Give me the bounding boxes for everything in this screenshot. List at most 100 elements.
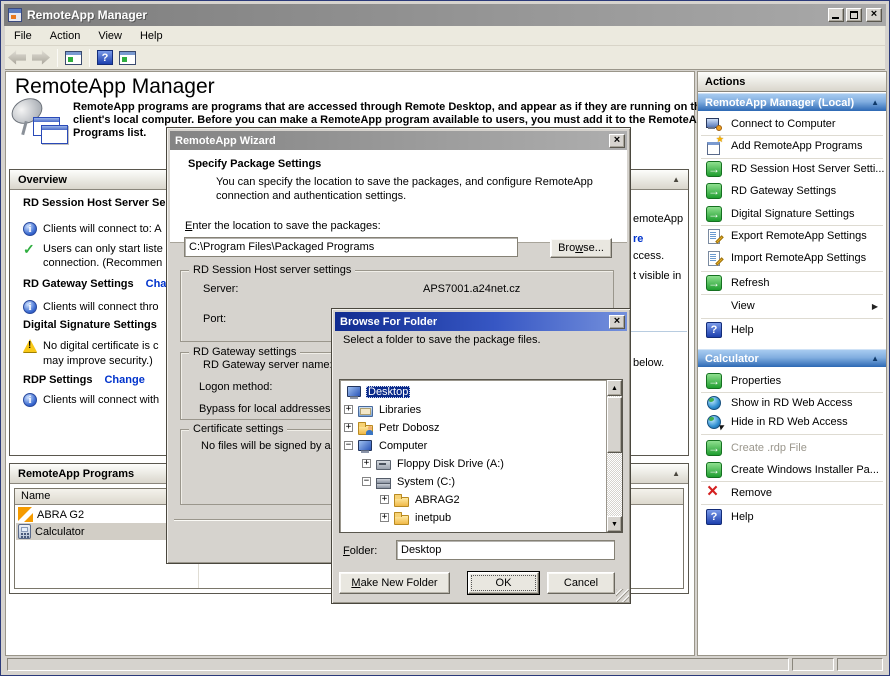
port-label: Port: bbox=[203, 313, 226, 325]
collapse-chevron-icon[interactable]: ▲ bbox=[672, 175, 680, 184]
action-rd-session-host-settings[interactable]: RD Session Host Server Setti... bbox=[698, 159, 886, 179]
collapse-chevron-icon[interactable]: ▲ bbox=[871, 354, 879, 363]
wizard-title-bar: RemoteApp Wizard × bbox=[170, 131, 627, 150]
tree-scrollbar[interactable]: ▲ ▼ bbox=[606, 380, 622, 532]
console-tree-icon[interactable] bbox=[65, 51, 82, 65]
gateway-group-title: RD Gateway settings bbox=[189, 346, 300, 358]
menu-action[interactable]: Action bbox=[41, 28, 90, 44]
server-value: APS7001.a24net.cz bbox=[423, 283, 520, 295]
menu-view[interactable]: View bbox=[89, 28, 131, 44]
tree-item-computer[interactable]: Computer bbox=[344, 437, 429, 454]
menu-file[interactable]: File bbox=[5, 28, 41, 44]
action-refresh[interactable]: Refresh bbox=[698, 273, 886, 293]
maximize-button[interactable] bbox=[846, 8, 862, 22]
change-link[interactable]: Change bbox=[104, 374, 144, 386]
action-remove[interactable]: Remove bbox=[698, 483, 886, 503]
menu-help[interactable]: Help bbox=[131, 28, 172, 44]
tree-item-system-c[interactable]: System (C:) bbox=[362, 473, 457, 490]
overview-status-row: Clients will connect thro bbox=[23, 300, 159, 314]
hard-drive-icon bbox=[375, 474, 391, 490]
actions-section-remoteapp-manager[interactable]: RemoteApp Manager (Local) ▲ bbox=[698, 93, 886, 111]
green-arrow-icon bbox=[706, 183, 722, 199]
expand-icon[interactable] bbox=[362, 459, 371, 468]
action-rd-gateway-settings[interactable]: RD Gateway Settings bbox=[698, 181, 886, 201]
action-export-settings[interactable]: Export RemoteApp Settings bbox=[698, 226, 886, 246]
browse-instruction: Select a folder to save the package file… bbox=[343, 334, 541, 346]
location-input[interactable] bbox=[184, 237, 518, 257]
scroll-up-icon[interactable]: ▲ bbox=[607, 380, 622, 396]
action-help[interactable]: Help bbox=[698, 320, 886, 340]
overview-fragment: ccess. bbox=[633, 250, 664, 262]
status-bar bbox=[5, 656, 885, 672]
globe-icon bbox=[706, 395, 722, 411]
app-icon bbox=[8, 8, 22, 22]
action-digital-signature-settings[interactable]: Digital Signature Settings bbox=[698, 204, 886, 224]
make-new-folder-button[interactable]: Make New Folder bbox=[339, 572, 450, 594]
action-help-calculator[interactable]: Help bbox=[698, 507, 886, 527]
action-import-settings[interactable]: Import RemoteApp Settings bbox=[698, 248, 886, 268]
help-toolbar-icon[interactable]: ? bbox=[97, 50, 113, 65]
tree-item-abrag2[interactable]: ABRAG2 bbox=[380, 491, 462, 508]
browse-close-button[interactable]: × bbox=[609, 315, 625, 329]
scrollbar-thumb[interactable] bbox=[607, 397, 622, 453]
close-button[interactable]: × bbox=[866, 8, 882, 22]
window-title: RemoteApp Manager bbox=[27, 8, 826, 22]
tree-item-libraries[interactable]: Libraries bbox=[344, 401, 423, 418]
folder-icon bbox=[393, 492, 409, 508]
folder-input[interactable] bbox=[396, 540, 615, 560]
expand-icon[interactable] bbox=[380, 513, 389, 522]
info-icon bbox=[23, 300, 37, 314]
check-icon: ✓ bbox=[23, 242, 37, 256]
resize-grip[interactable] bbox=[616, 589, 629, 602]
actions-section-calculator[interactable]: Calculator ▲ bbox=[698, 349, 886, 367]
overview-fragment: below. bbox=[633, 357, 664, 369]
back-icon[interactable] bbox=[8, 51, 26, 65]
expand-icon[interactable] bbox=[344, 423, 353, 432]
action-show-in-rd-web-access[interactable]: Show in RD Web Access bbox=[698, 393, 886, 413]
expand-icon[interactable] bbox=[344, 405, 353, 414]
overview-fragment-link[interactable]: re bbox=[633, 233, 643, 245]
collapse-chevron-icon[interactable]: ▲ bbox=[871, 98, 879, 107]
description-line: RemoteApp programs are programs that are… bbox=[73, 101, 707, 113]
tree-item-inetpub[interactable]: inetpub bbox=[380, 509, 453, 526]
green-arrow-icon bbox=[706, 462, 722, 478]
browse-button[interactable]: Browse... bbox=[550, 238, 612, 258]
minimize-button[interactable] bbox=[828, 8, 844, 22]
show-action-pane-icon[interactable] bbox=[119, 51, 136, 65]
forward-icon[interactable] bbox=[32, 51, 50, 65]
overview-heading: RD Gateway Settings Chan bbox=[23, 278, 173, 290]
collapse-icon[interactable] bbox=[344, 441, 353, 450]
remoteapp-manager-window: RemoteApp Manager × File Action View Hel… bbox=[0, 0, 890, 676]
action-view[interactable]: View ▶ bbox=[698, 296, 886, 316]
actions-header: Actions bbox=[698, 72, 886, 92]
collapse-icon[interactable] bbox=[362, 477, 371, 486]
certificate-group-title: Certificate settings bbox=[189, 423, 287, 435]
action-connect-to-computer[interactable]: Connect to Computer bbox=[698, 114, 886, 134]
wizard-title: RemoteApp Wizard bbox=[175, 135, 609, 147]
cancel-button[interactable]: Cancel bbox=[547, 572, 615, 594]
folder-tree: Desktop Libraries Petr Dobosz Computer F bbox=[339, 379, 623, 533]
tree-item-desktop[interactable]: Desktop bbox=[346, 383, 410, 400]
overview-status-row: No digital certificate is c bbox=[23, 339, 159, 352]
action-properties[interactable]: Properties bbox=[698, 371, 886, 391]
collapse-chevron-icon[interactable]: ▲ bbox=[672, 469, 680, 478]
description-line: Programs list. bbox=[73, 127, 146, 139]
scroll-down-icon[interactable]: ▼ bbox=[607, 516, 622, 532]
libraries-icon bbox=[357, 402, 373, 418]
overview-heading: Digital Signature Settings bbox=[23, 319, 157, 331]
ok-button[interactable]: OK bbox=[468, 572, 539, 594]
calculator-icon bbox=[18, 524, 31, 539]
tree-item-user[interactable]: Petr Dobosz bbox=[344, 419, 442, 436]
wizard-close-button[interactable]: × bbox=[609, 134, 625, 148]
action-create-windows-installer[interactable]: Create Windows Installer Pa... bbox=[698, 460, 886, 480]
action-hide-in-rd-web-access[interactable]: ▾ Hide in RD Web Access bbox=[698, 412, 886, 432]
server-label: Server: bbox=[203, 283, 238, 295]
floppy-drive-icon bbox=[375, 456, 391, 472]
remoteapp-illustration-icon bbox=[9, 97, 71, 149]
tree-item-floppy[interactable]: Floppy Disk Drive (A:) bbox=[362, 455, 506, 472]
remove-icon bbox=[706, 485, 722, 501]
browse-title: Browse For Folder bbox=[340, 316, 609, 328]
expand-icon[interactable] bbox=[380, 495, 389, 504]
action-add-remoteapp-programs[interactable]: Add RemoteApp Programs bbox=[698, 136, 886, 156]
maximize-icon bbox=[850, 11, 858, 19]
